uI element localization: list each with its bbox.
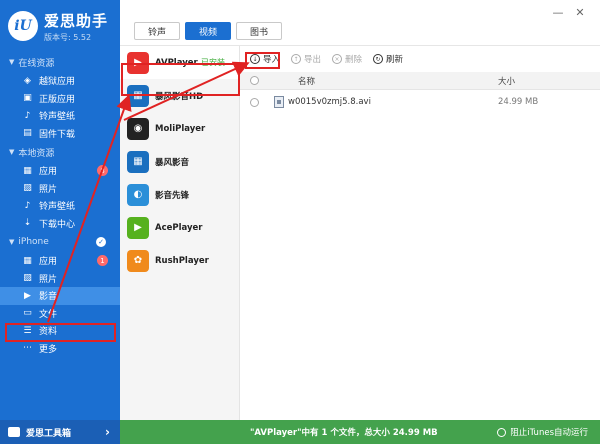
arrow-to-app	[47, 94, 132, 323]
arrow-to-import	[123, 61, 250, 121]
annotation-arrows	[47, 61, 250, 323]
